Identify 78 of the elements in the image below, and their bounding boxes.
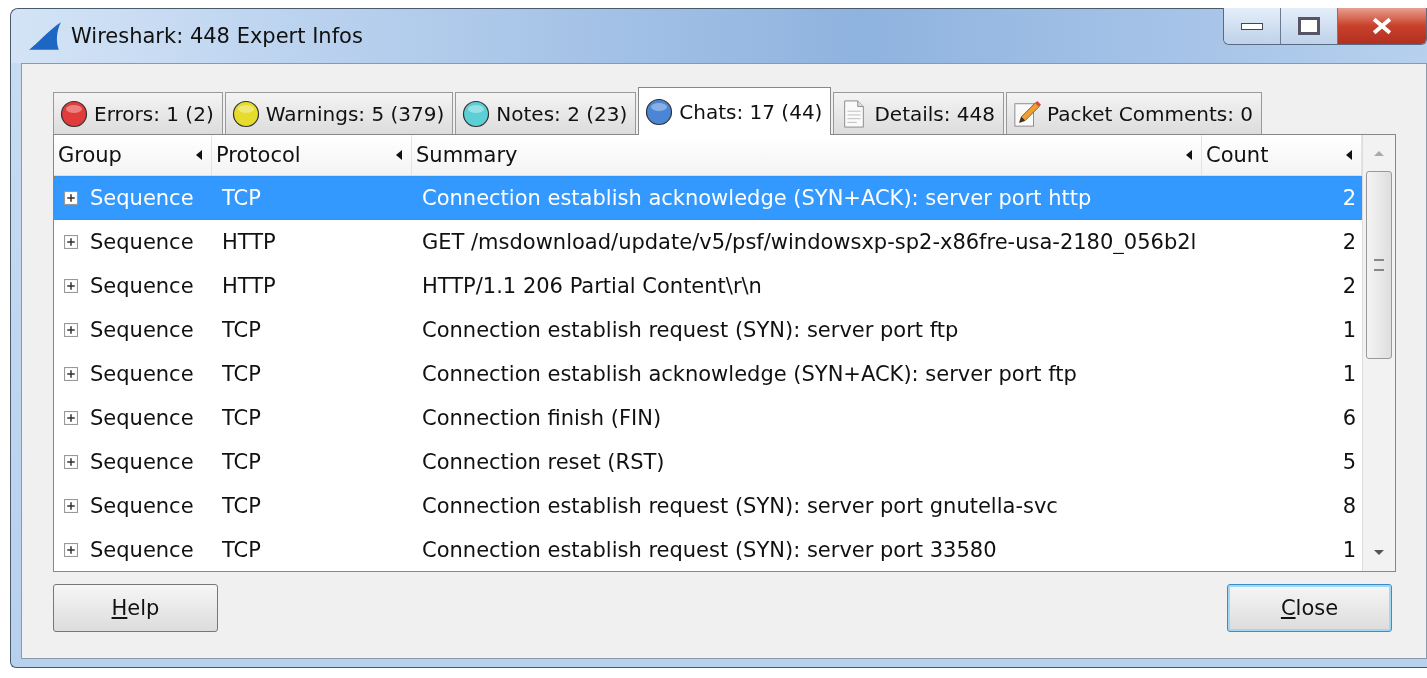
table-row[interactable]: Sequence TCP Connection finish (FIN) 6 xyxy=(54,396,1362,440)
table-cell: 2 xyxy=(1342,274,1356,298)
table-cell: Sequence xyxy=(90,494,194,518)
table-row[interactable]: Sequence TCP Connection establish request (SYN): server port 33580 1 xyxy=(54,528,1362,572)
scroll-down-icon[interactable] xyxy=(1373,549,1385,557)
expand-icon[interactable] xyxy=(64,499,78,513)
expand-icon[interactable] xyxy=(64,367,78,381)
expand-icon[interactable] xyxy=(64,191,78,205)
table-cell: TCP xyxy=(222,538,261,562)
expand-icon[interactable] xyxy=(64,279,78,293)
table-cell: 2 xyxy=(1342,230,1356,254)
pencil-icon xyxy=(1013,99,1042,128)
table-cell: Connection establish request (SYN): server port 33580 xyxy=(422,538,997,562)
table-cell: 5 xyxy=(1342,450,1356,474)
sort-arrow-icon xyxy=(1185,149,1193,161)
table-cell: 1 xyxy=(1342,318,1356,342)
table-cell: 1 xyxy=(1342,538,1356,562)
table-cell: Sequence xyxy=(90,450,194,474)
table-cell: 1 xyxy=(1342,362,1356,386)
sort-arrow-icon xyxy=(395,149,403,161)
table-cell: TCP xyxy=(222,362,261,386)
table-cell: Sequence xyxy=(90,186,194,210)
table-row[interactable]: Sequence TCP Connection establish request (SYN): server port gnutella-svc 8 xyxy=(54,484,1362,528)
table-row[interactable]: Sequence HTTP HTTP/1.1 206 Partial Content\r\n 2 xyxy=(54,264,1362,308)
table-row[interactable]: Sequence TCP Connection reset (RST) 5 xyxy=(54,440,1362,484)
sort-arrow-icon xyxy=(195,149,203,161)
table-cell: TCP xyxy=(222,406,261,430)
column-header[interactable]: Protocol xyxy=(212,135,412,175)
table-cell: TCP xyxy=(222,186,261,210)
tab[interactable]: Details: 448 xyxy=(833,92,1005,134)
expand-icon[interactable] xyxy=(64,411,78,425)
table-cell: Connection establish acknowledge (SYN+ACK): server port http xyxy=(422,186,1092,210)
tab[interactable]: Packet Comments: 0 xyxy=(1006,92,1263,134)
expand-icon[interactable] xyxy=(64,235,78,249)
window-title: Wireshark: 448 Expert Infos xyxy=(71,24,363,48)
table-cell: 8 xyxy=(1342,494,1356,518)
table-cell: TCP xyxy=(222,318,261,342)
table-cell: 6 xyxy=(1342,406,1356,430)
table-cell: HTTP/1.1 206 Partial Content\r\n xyxy=(422,274,762,298)
table-cell: Sequence xyxy=(90,230,194,254)
scrollbar[interactable] xyxy=(1362,135,1395,571)
help-button[interactable]: Help xyxy=(53,584,218,632)
table-cell: TCP xyxy=(222,450,261,474)
table-cell: Connection finish (FIN) xyxy=(422,406,662,430)
column-header[interactable]: Summary xyxy=(412,135,1202,175)
fin-icon xyxy=(27,20,63,52)
tab[interactable]: Notes: 2 (23) xyxy=(455,92,637,134)
table-cell: Sequence xyxy=(90,274,194,298)
table-cell: Connection establish request (SYN): server port gnutella-svc xyxy=(422,494,1058,518)
table-cell: Sequence xyxy=(90,406,194,430)
table-cell: 2 xyxy=(1342,186,1356,210)
close-button[interactable] xyxy=(1337,8,1426,44)
table-row[interactable]: Sequence TCP Connection establish acknowledge (SYN+ACK): server port ftp 1 xyxy=(54,352,1362,396)
table-cell: Sequence xyxy=(90,538,194,562)
table-cell: Connection establish acknowledge (SYN+ACK): server port ftp xyxy=(422,362,1077,386)
table-row[interactable]: Sequence HTTP GET /msdownload/update/v5/psf/windowsxp-sp2-x86fre-usa-2180_056b2l 2 xyxy=(54,220,1362,264)
table-cell: Sequence xyxy=(90,318,194,342)
maximize-button[interactable] xyxy=(1280,8,1337,44)
table-row[interactable]: Sequence TCP Connection establish request (SYN): server port ftp 1 xyxy=(54,308,1362,352)
table-cell: Sequence xyxy=(90,362,194,386)
tab[interactable]: Warnings: 5 (379) xyxy=(224,92,454,134)
column-header[interactable]: Group xyxy=(54,135,212,175)
table-cell: GET /msdownload/update/v5/psf/windowsxp-sp2-x86fre-usa-2180_056b2l xyxy=(422,230,1197,254)
tab[interactable]: Errors: 1 (2) xyxy=(53,92,223,134)
table-cell: TCP xyxy=(222,494,261,518)
close-icon[interactable] xyxy=(1370,17,1394,35)
table-cell: Connection reset (RST) xyxy=(422,450,665,474)
expand-icon[interactable] xyxy=(64,455,78,469)
tab[interactable]: Chats: 17 (44) xyxy=(638,87,832,135)
close-button[interactable]: Close xyxy=(1227,584,1392,632)
minimize-button[interactable] xyxy=(1224,8,1280,44)
expand-icon[interactable] xyxy=(64,543,78,557)
table-cell: HTTP xyxy=(222,230,276,254)
scroll-thumb[interactable] xyxy=(1366,171,1392,359)
sort-arrow-icon xyxy=(1345,149,1353,161)
expand-icon[interactable] xyxy=(64,323,78,337)
table-cell: HTTP xyxy=(222,274,276,298)
table-cell: Connection establish request (SYN): server port ftp xyxy=(422,318,959,342)
